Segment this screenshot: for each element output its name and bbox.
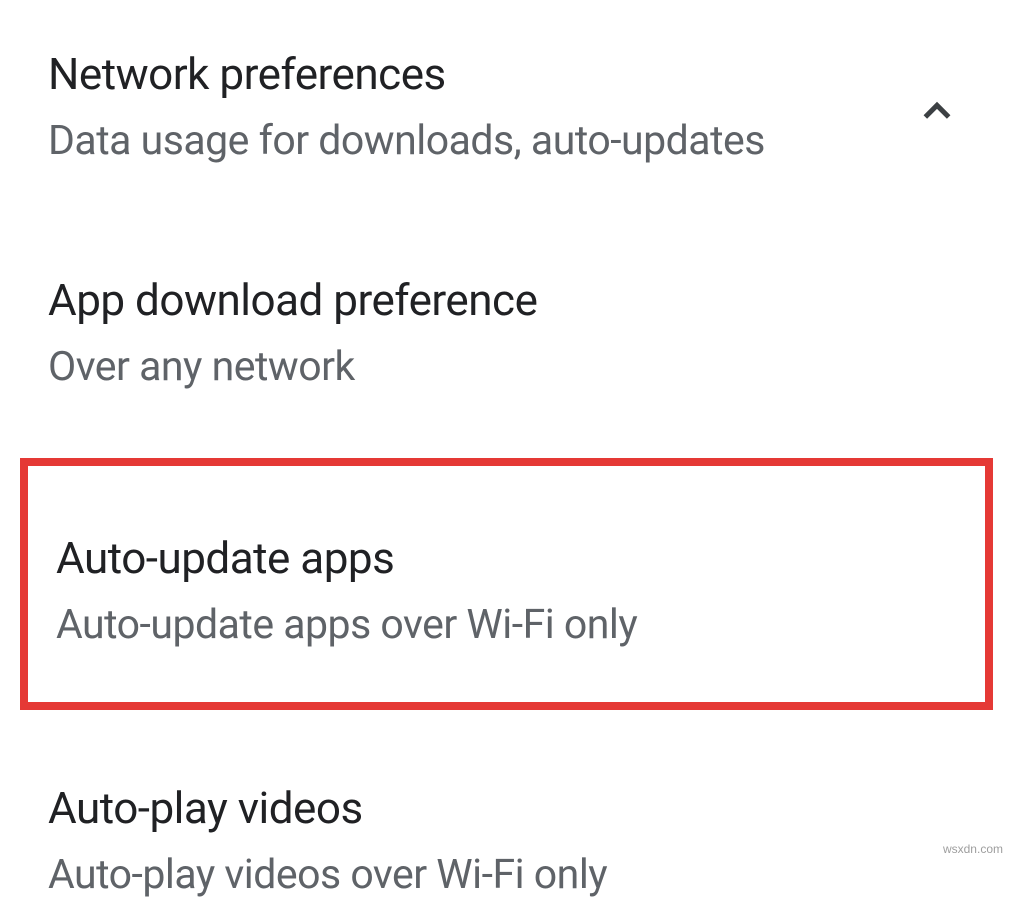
setting-value: Auto-play videos over Wi-Fi only [48, 851, 965, 900]
collapse-toggle[interactable] [913, 48, 965, 136]
setting-title: App download preference [48, 274, 965, 327]
settings-container: Network preferences Data usage for downl… [0, 0, 1013, 900]
setting-app-download-preference[interactable]: App download preference Over any network [0, 274, 1013, 392]
watermark: wsxdn.com [943, 842, 1003, 856]
setting-title: Auto-play videos [48, 782, 965, 835]
setting-auto-play-videos[interactable]: Auto-play videos Auto-play videos over W… [0, 782, 1013, 900]
header-text-group: Network preferences Data usage for downl… [48, 48, 913, 166]
setting-auto-update-apps[interactable]: Auto-update apps Auto-update apps over W… [20, 458, 993, 710]
section-title: Network preferences [48, 48, 913, 101]
setting-value: Auto-update apps over Wi-Fi only [56, 601, 957, 650]
setting-value: Over any network [48, 343, 965, 392]
chevron-up-icon [913, 88, 961, 136]
section-subtitle: Data usage for downloads, auto-updates [48, 117, 913, 166]
setting-title: Auto-update apps [56, 532, 957, 585]
network-preferences-header[interactable]: Network preferences Data usage for downl… [0, 0, 1013, 166]
